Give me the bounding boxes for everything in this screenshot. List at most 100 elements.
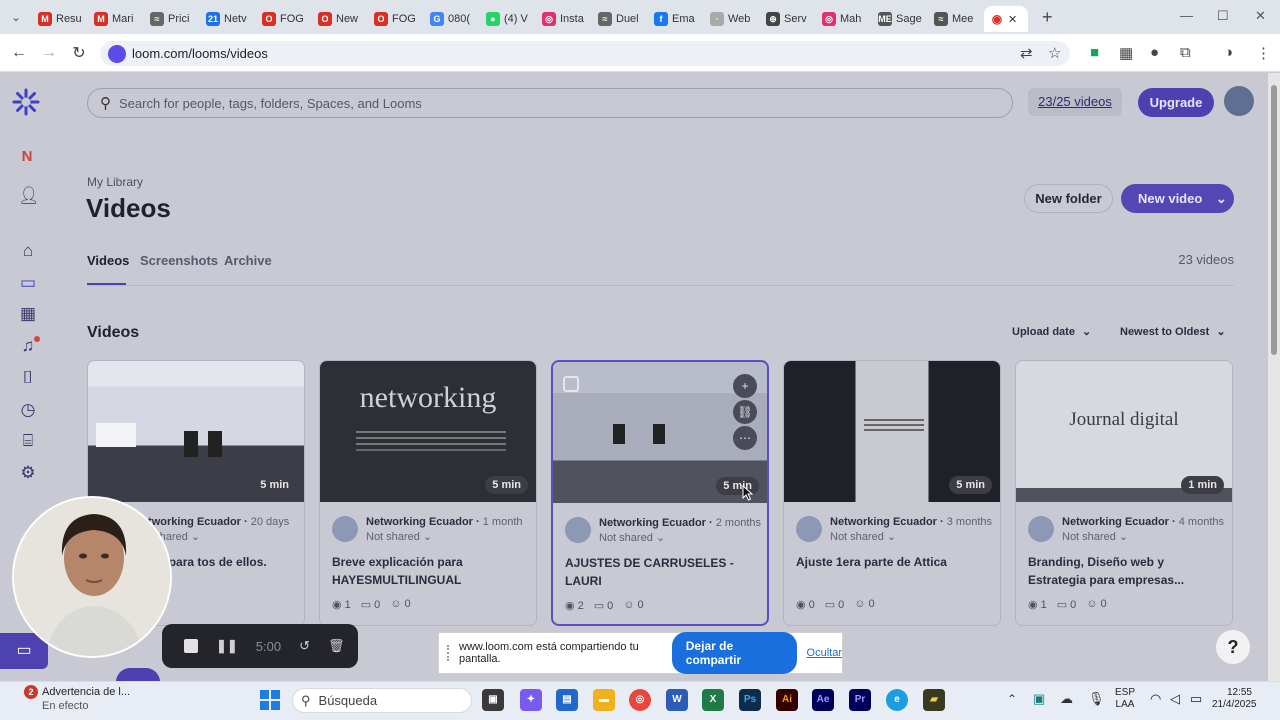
tab-active-loom[interactable]: ◉ V ✕ xyxy=(984,6,1028,32)
copilot-icon[interactable]: ✦ xyxy=(520,689,542,711)
edge-icon[interactable]: e xyxy=(886,689,908,711)
browser-tab[interactable]: · Web xyxy=(704,6,760,32)
browser-tab[interactable]: ◎ Insta xyxy=(536,6,592,32)
video-thumbnail[interactable]: 5 min xyxy=(88,361,304,502)
language-indicator[interactable]: ESP LAA xyxy=(1115,687,1135,711)
video-card[interactable]: Journal digital 1 min Networking Ecuador… xyxy=(1015,360,1233,626)
browser-tab[interactable]: f Ema xyxy=(648,6,704,32)
browser-tab[interactable]: O FOG xyxy=(368,6,424,32)
video-thumbnail[interactable]: + ⛓ ⋯ 5 min xyxy=(553,362,767,503)
bookmark-star-icon[interactable]: ☆ xyxy=(1048,44,1061,62)
browser-tab[interactable]: ⊕ Serv xyxy=(760,6,816,32)
video-card-selected[interactable]: + ⛓ ⋯ 5 min Networking Ecuador · 2 month… xyxy=(551,360,769,626)
chrome-icon[interactable]: ◎ xyxy=(629,689,651,711)
webcam-bubble[interactable] xyxy=(12,496,172,658)
tray-chevron-up-icon[interactable]: ⌃ xyxy=(1007,692,1017,706)
new-tab-button[interactable]: + xyxy=(1042,7,1053,28)
help-button[interactable]: ? xyxy=(1216,630,1250,664)
upgrade-button[interactable]: Upgrade xyxy=(1138,88,1214,117)
notification-title[interactable]: Advertencia de l... xyxy=(42,686,130,698)
back-icon[interactable]: ← xyxy=(4,44,34,62)
store-icon[interactable]: ▤ xyxy=(556,689,578,711)
browser-tab[interactable]: ≈ Mee xyxy=(928,6,984,32)
user-avatar[interactable] xyxy=(1224,86,1254,116)
new-folder-button[interactable]: New folder xyxy=(1024,184,1113,213)
share-status[interactable]: Not shared ⌄ xyxy=(1062,530,1128,543)
more-options-icon[interactable]: ⋯ xyxy=(733,426,757,450)
workspace-avatar[interactable]: N xyxy=(15,145,39,169)
apps-grid-icon[interactable]: ▦ xyxy=(1119,44,1133,62)
tab-videos[interactable]: Videos xyxy=(87,253,129,268)
calendar-icon[interactable]: ▦ xyxy=(18,304,38,324)
app-icon[interactable]: ▰ xyxy=(923,689,945,711)
browser-tab[interactable]: M Resu xyxy=(32,6,88,32)
scrollbar-thumb[interactable] xyxy=(1271,85,1277,355)
translate-icon[interactable]: ⇄ xyxy=(1020,44,1033,62)
maximize-button[interactable]: ☐ xyxy=(1217,8,1229,24)
tray-app-icon[interactable]: ▣ xyxy=(1033,691,1045,707)
home-icon[interactable]: ⌂ xyxy=(18,241,38,261)
share-status[interactable]: Not shared ⌄ xyxy=(366,530,432,543)
browser-tab[interactable]: 21 Netv xyxy=(200,6,256,32)
drag-handle[interactable] xyxy=(447,645,449,661)
photoshop-icon[interactable]: Ps xyxy=(739,689,761,711)
browser-tab[interactable]: ≈ Duel xyxy=(592,6,648,32)
reload-icon[interactable]: ↻ xyxy=(64,43,94,63)
browser-tab[interactable]: ME Sage xyxy=(872,6,928,32)
delete-trash-icon[interactable]: 🗑︎ xyxy=(328,638,345,654)
profile-icon[interactable]: ◑ xyxy=(1224,44,1233,61)
video-quota-link[interactable]: 23/25 videos xyxy=(1028,88,1122,116)
library-icon[interactable]: ▭ xyxy=(18,273,38,293)
share-status[interactable]: Not shared ⌄ xyxy=(830,530,896,543)
restart-icon[interactable]: ↺ xyxy=(299,638,310,654)
stop-recording-icon[interactable] xyxy=(184,639,198,653)
add-user-icon[interactable]: + xyxy=(733,374,757,398)
browser-menu-icon[interactable]: ⋮ xyxy=(1256,44,1271,62)
file-explorer-icon[interactable]: ▬ xyxy=(593,689,615,711)
battery-icon[interactable]: ▭ xyxy=(1190,691,1202,707)
share-status[interactable]: Not shared ⌄ xyxy=(599,531,665,544)
sort-order-select[interactable]: Newest to Oldest ⌄ xyxy=(1120,324,1226,346)
sort-by-select[interactable]: Upload date ⌄ xyxy=(1012,324,1091,346)
link-icon[interactable]: ⛓ xyxy=(733,400,757,424)
video-title[interactable]: Ajuste 1era parte de Attica xyxy=(796,553,992,571)
extensions-puzzle-icon[interactable]: ⧉ xyxy=(1180,44,1191,61)
browser-tab[interactable]: ≈ Prici xyxy=(144,6,200,32)
hide-banner-link[interactable]: Ocultar xyxy=(807,647,842,659)
taskbar-search[interactable]: ⚲ Búsqueda xyxy=(292,688,472,713)
new-video-button[interactable]: New video ⌄ xyxy=(1121,184,1234,213)
task-view-icon[interactable]: ▣ xyxy=(482,689,504,711)
wifi-icon[interactable]: ◠ xyxy=(1150,691,1161,707)
video-title[interactable]: Breve explicación para HAYESMULTILINGUAL xyxy=(332,553,528,589)
pause-icon[interactable]: ❚❚ xyxy=(216,638,238,654)
history-clock-icon[interactable]: ◷ xyxy=(18,400,38,420)
microphone-icon[interactable]: 🎙︎ xyxy=(1088,691,1105,707)
browser-tab[interactable]: ● (4) V xyxy=(480,6,536,32)
minimize-button[interactable]: — xyxy=(1180,8,1193,23)
add-user-icon[interactable]: 👤︎ xyxy=(18,186,40,206)
clock[interactable]: 12:55 21/4/2025 xyxy=(1212,687,1257,711)
video-thumbnail[interactable]: 5 min xyxy=(784,361,1000,502)
loom-logo-icon[interactable] xyxy=(12,88,40,116)
stop-sharing-button[interactable]: Dejar de compartir xyxy=(671,632,797,674)
tab-search-icon[interactable]: ⌄ xyxy=(0,11,32,24)
address-bar[interactable]: loom.com/looms/videos xyxy=(100,41,1070,66)
settings-gear-icon[interactable]: ⚙ xyxy=(18,463,38,483)
floating-avatar-button[interactable] xyxy=(116,668,160,682)
video-thumbnail[interactable]: Journal digital 1 min xyxy=(1016,361,1232,502)
tray-cloud-icon[interactable]: ☁ xyxy=(1060,691,1073,707)
browser-tab[interactable]: M Mari xyxy=(88,6,144,32)
tab-archive[interactable]: Archive xyxy=(224,253,272,268)
illustrator-icon[interactable]: Ai xyxy=(776,689,798,711)
after-effects-icon[interactable]: Ae xyxy=(812,689,834,711)
volume-icon[interactable]: ◁ xyxy=(1170,691,1180,707)
forward-icon[interactable]: → xyxy=(34,44,64,62)
browser-tab[interactable]: O New xyxy=(312,6,368,32)
browser-tab[interactable]: ◎ Mah xyxy=(816,6,872,32)
page-scrollbar[interactable] xyxy=(1268,73,1280,681)
window-close-button[interactable]: ✕ xyxy=(1255,8,1266,24)
video-card[interactable]: networking 5 min Networking Ecuador · 1 … xyxy=(319,360,537,626)
video-title[interactable]: Branding, Diseño web y Estrategia para e… xyxy=(1028,553,1224,589)
browser-tab[interactable]: O FOG xyxy=(256,6,312,32)
search-input[interactable]: ⚲ Search for people, tags, folders, Spac… xyxy=(87,88,1013,118)
